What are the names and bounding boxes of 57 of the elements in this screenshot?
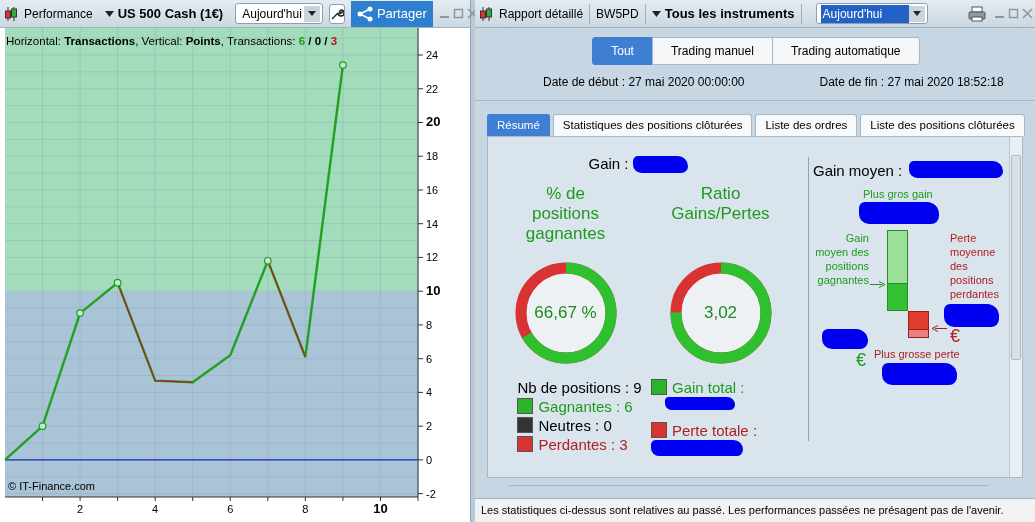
share-button[interactable]: Partager xyxy=(350,0,433,27)
mode-tab[interactable]: Trading automatique xyxy=(771,37,920,65)
axis-label: 14 xyxy=(426,217,439,230)
average-win-label: Gain moyen des positions gagnantes xyxy=(814,231,869,288)
legend-label: Perte totale : xyxy=(672,420,758,440)
date-text: Date de début : 27 mai 2020 00:00:00 xyxy=(543,74,745,91)
status-text: Les statistiques ci-dessus sont relatives au passé. Les performances passées ne présagent pas de l'avenir. xyxy=(481,503,1004,519)
period-dropdown[interactable]: Aujourd'hui xyxy=(815,3,928,24)
metric-title: % de positions gagnantes xyxy=(524,183,607,245)
legend-label: Neutres : 0 xyxy=(538,415,612,435)
gain-label: Gain : xyxy=(588,154,629,175)
instrument-selector[interactable]: US 500 Cash (1€) xyxy=(104,3,224,24)
legend-label: Gain total : xyxy=(672,377,745,397)
currency-symbol: € xyxy=(950,326,960,347)
tab[interactable]: Liste des ordres xyxy=(755,114,858,137)
currency-symbol: € xyxy=(856,350,866,371)
panel-title[interactable]: Performance xyxy=(24,4,93,23)
period-dropdown[interactable]: Aujourd'hui xyxy=(235,3,323,24)
axis-label: 22 xyxy=(426,82,439,95)
axis-label: 6 xyxy=(227,503,234,515)
average-loss-label: Perte moyenne des positions perdantes xyxy=(950,231,1000,302)
tab[interactable]: Liste des positions clôturées xyxy=(860,114,1025,137)
axis-label: 8 xyxy=(426,318,433,331)
axis-label: 4 xyxy=(426,386,433,399)
axis-label: 12 xyxy=(426,251,439,264)
metric-value: 3,02 xyxy=(703,302,738,324)
legend-label: Gagnantes : 6 xyxy=(538,396,633,416)
tab[interactable]: Résumé xyxy=(487,114,550,137)
mode-tab[interactable]: Tout xyxy=(592,37,653,65)
axis-label: 4 xyxy=(152,503,159,515)
metric-title: Ratio Gains/Pertes xyxy=(670,183,771,225)
axis-label: 2 xyxy=(426,420,433,433)
axis-label: 20 xyxy=(426,114,441,130)
mode-tab[interactable]: Trading manuel xyxy=(651,37,773,65)
axis-label: 10 xyxy=(373,501,388,516)
axis-label: 8 xyxy=(302,503,309,515)
axis-label: 2 xyxy=(77,503,84,515)
date-text: Date de fin : 27 mai 2020 18:52:18 xyxy=(819,74,1004,91)
chart-caption: Horizontal: Transactions, Vertical: Points, Transactions: 6 / 0 / 3 xyxy=(6,34,338,49)
axis-label: 6 xyxy=(426,352,433,365)
axis-label: 16 xyxy=(426,183,439,196)
worst-loss-label: Plus grosse perte xyxy=(874,347,960,363)
positions-count: Nb de positions : 9 xyxy=(517,377,642,397)
axis-label: 10 xyxy=(426,283,441,299)
tab[interactable]: Statistiques des positions clôturées xyxy=(552,114,753,137)
copyright-text: © IT-Finance.com xyxy=(8,480,95,492)
instruments-selector[interactable]: Tous les instruments xyxy=(651,3,795,24)
account-label[interactable]: BW5PD xyxy=(596,4,639,23)
axis-label: 0 xyxy=(426,453,433,466)
axis-label: -2 xyxy=(426,487,436,500)
best-gain-label: Plus gros gain xyxy=(863,187,933,203)
metric-value: 66,67 % xyxy=(534,302,597,324)
axis-label: 18 xyxy=(426,150,439,163)
panel-title[interactable]: Rapport détaillé xyxy=(499,4,584,23)
axis-label: 24 xyxy=(426,49,439,61)
average-gain-label: Gain moyen : xyxy=(813,161,903,182)
legend-label: Perdantes : 3 xyxy=(538,434,628,454)
